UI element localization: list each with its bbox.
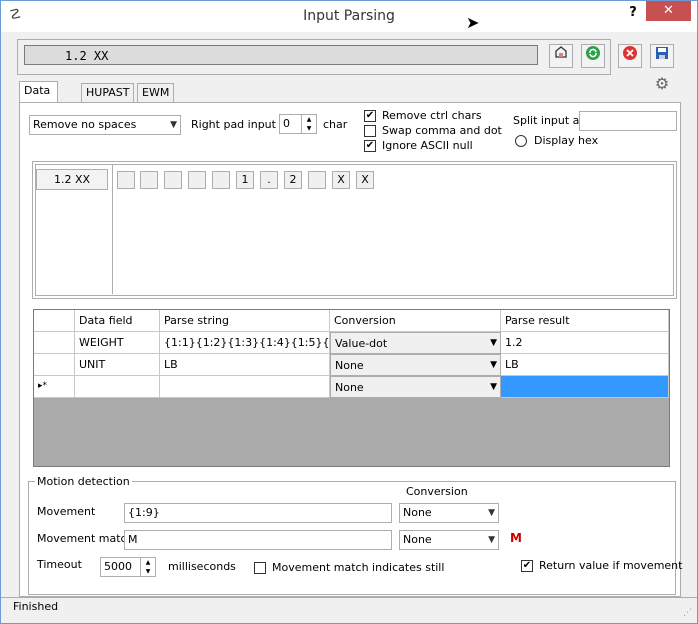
grid-cell-result[interactable]: LB — [501, 354, 669, 376]
still-label: Movement match indicates still — [272, 561, 445, 574]
char-label: char — [323, 118, 348, 131]
ignore-null-label: Ignore ASCII null — [382, 139, 473, 152]
resize-grip-icon[interactable]: ⋰ — [683, 608, 692, 618]
cancel-button[interactable] — [618, 44, 642, 68]
preview-char-box[interactable]: X — [356, 171, 374, 189]
window-title: Input Parsing — [303, 8, 395, 24]
grid-cell-conversion[interactable]: None ▼ — [330, 354, 501, 376]
swap-comma-label: Swap comma and dot — [382, 124, 502, 137]
title-bar: ☡ Input Parsing ? ✕ ➤ — [1, 1, 697, 32]
grid-row-header[interactable] — [34, 354, 75, 376]
spinner-arrows-icon[interactable]: ▲ ▼ — [140, 558, 155, 576]
chevron-down-icon[interactable]: ▼ — [490, 333, 497, 353]
preview-char-box[interactable] — [308, 171, 326, 189]
settings-gear-icon[interactable]: ⚙ — [650, 73, 674, 97]
preview-char-box[interactable] — [188, 171, 206, 189]
display-hex-radio[interactable] — [515, 135, 527, 147]
grid-cell-field[interactable]: UNIT — [75, 354, 160, 376]
timeout-spinner[interactable]: 5000 ▲ ▼ — [100, 557, 156, 577]
remove-spaces-value: Remove no spaces — [33, 118, 137, 131]
match-conversion-select[interactable]: None ▼ — [399, 530, 499, 550]
movement-label: Movement — [37, 505, 96, 518]
remove-spaces-select[interactable]: Remove no spaces ▼ — [29, 115, 181, 135]
grid-cell-conversion[interactable]: None ▼ — [330, 376, 501, 398]
return-value-label: Return value if movement — [539, 559, 683, 572]
tab-hupast[interactable]: HUPAST — [81, 83, 135, 102]
grid-header[interactable]: Parse string — [160, 310, 330, 332]
grid-cell-result[interactable]: 1.2 — [501, 332, 669, 354]
grid-corner — [34, 310, 75, 332]
grid-cell-parse[interactable]: LB — [160, 354, 330, 376]
preview-char-box[interactable]: 2 — [284, 171, 302, 189]
chevron-down-icon[interactable]: ▼ — [490, 377, 497, 397]
right-pad-label: Right pad input to — [191, 118, 291, 131]
return-value-checkbox[interactable]: ✔ — [521, 560, 533, 572]
movement-conversion-select[interactable]: None ▼ — [399, 503, 499, 523]
grid-row-header[interactable] — [34, 332, 75, 354]
refresh-icon[interactable] — [581, 44, 605, 68]
split-input-label: Split input at — [513, 114, 584, 127]
grid-row-header[interactable]: ▸* — [34, 376, 75, 398]
clear-input-button[interactable] — [549, 44, 573, 68]
input-parsing-window: ☡ Input Parsing ? ✕ ➤ 1.2 XX ⚙ Data fiel… — [0, 0, 698, 624]
grid-cell-parse[interactable] — [160, 376, 330, 398]
grid-cell-field[interactable] — [75, 376, 160, 398]
preview-divider — [112, 164, 113, 294]
right-pad-spinner[interactable]: 0 ▲ ▼ — [279, 114, 317, 134]
chevron-down-icon[interactable]: ▼ — [490, 355, 497, 375]
tab-ewm[interactable]: EWM — [137, 83, 175, 102]
grid-cell-conversion[interactable]: Value-dot ▼ — [330, 332, 501, 354]
preview-char-box[interactable] — [164, 171, 182, 189]
chevron-down-icon: ▼ — [488, 535, 495, 545]
preview-char-box[interactable]: X — [332, 171, 350, 189]
chevron-down-icon: ▼ — [170, 120, 177, 130]
movement-match-field[interactable]: M — [124, 530, 392, 550]
tab-data-fields[interactable]: Data fields — [19, 81, 59, 115]
grid-header[interactable]: Parse result — [501, 310, 669, 332]
preview-char-box[interactable] — [140, 171, 158, 189]
preview-char-box[interactable] — [212, 171, 230, 189]
movement-match-label: Movement match — [37, 532, 134, 545]
match-conversion-value: None — [403, 533, 432, 546]
data-fields-grid: Data field Parse string Conversion Parse re… — [33, 309, 670, 467]
grid-cell-result[interactable] — [501, 376, 669, 398]
display-hex-label: Display hex — [534, 134, 599, 147]
remove-ctrl-label: Remove ctrl chars — [382, 109, 482, 122]
grid-header[interactable]: Conversion — [330, 310, 501, 332]
milliseconds-label: milliseconds — [168, 560, 236, 573]
preview-char-box[interactable] — [117, 171, 135, 189]
grid-header[interactable]: Data field — [75, 310, 160, 332]
save-button[interactable] — [650, 44, 674, 68]
swap-comma-checkbox[interactable] — [364, 125, 376, 137]
status-divider — [1, 597, 697, 598]
movement-field[interactable]: {1:9} — [124, 503, 392, 523]
spinner-arrows-icon[interactable]: ▲ ▼ — [301, 115, 316, 133]
right-pad-value: 0 — [283, 117, 290, 130]
mouse-cursor-icon: ➤ — [466, 13, 480, 32]
conversion-header: Conversion — [406, 485, 468, 498]
split-input-field[interactable] — [579, 111, 677, 131]
still-checkbox[interactable] — [254, 562, 266, 574]
preview-char-box[interactable]: . — [260, 171, 278, 189]
preview-char-box[interactable]: 1 — [236, 171, 254, 189]
grid-cell-parse[interactable]: {1:1}{1:2}{1:3}{1:4}{1:5}{1:6}{1:... — [160, 332, 330, 354]
match-indicator: M — [510, 531, 522, 545]
ignore-null-checkbox[interactable]: ✔ — [364, 140, 376, 152]
motion-group-title: Motion detection — [35, 475, 132, 488]
help-button[interactable]: ? — [625, 5, 641, 21]
raw-input-display: 1.2 XX — [24, 45, 538, 65]
movement-conversion-value: None — [403, 506, 432, 519]
timeout-value: 5000 — [104, 560, 132, 573]
timeout-label: Timeout — [37, 558, 82, 571]
preview-token-button[interactable]: 1.2 XX — [36, 169, 108, 190]
remove-ctrl-checkbox[interactable]: ✔ — [364, 110, 376, 122]
grid-cell-field[interactable]: WEIGHT — [75, 332, 160, 354]
close-window-button[interactable]: ✕ — [646, 1, 691, 21]
chevron-down-icon: ▼ — [488, 508, 495, 518]
status-text: Finished — [13, 600, 59, 613]
